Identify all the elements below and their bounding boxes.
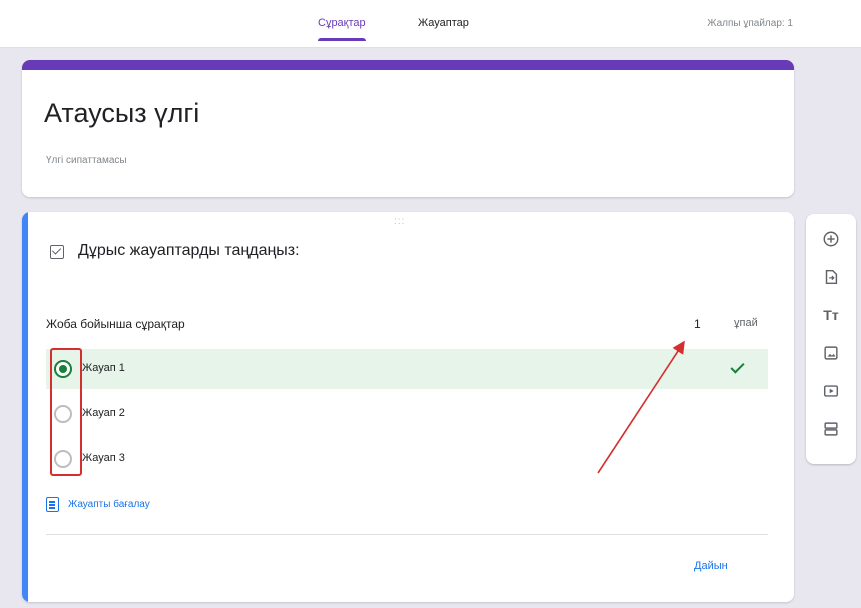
done-button[interactable]: Дайын — [694, 560, 728, 572]
divider — [46, 534, 768, 535]
total-score: Жалпы ұпайлар: 1 — [707, 18, 793, 29]
option-label: Жауап 2 — [82, 407, 125, 419]
top-bar: Сұрақтар Жауаптар Жалпы ұпайлар: 1 — [0, 0, 861, 48]
option-row[interactable]: Жауап 3 — [46, 439, 768, 479]
option-label: Жауап 3 — [82, 452, 125, 464]
add-video-icon[interactable] — [806, 374, 856, 408]
import-questions-icon[interactable] — [806, 260, 856, 294]
form-title-card: Атаусыз үлгі Үлгі сипаттамасы — [22, 60, 794, 197]
drag-handle-icon[interactable]: ::: — [394, 216, 405, 227]
option-row[interactable]: Жауап 2 — [46, 394, 768, 434]
add-section-icon[interactable] — [806, 412, 856, 446]
add-image-icon[interactable] — [806, 336, 856, 370]
clipboard-icon — [46, 497, 59, 512]
tab-questions[interactable]: Сұрақтар — [318, 17, 366, 41]
add-title-icon[interactable]: Tт — [806, 298, 856, 332]
form-title[interactable]: Атаусыз үлгі — [44, 98, 199, 129]
points-unit-label: ұпай — [734, 317, 758, 329]
side-toolbar: Tт — [806, 214, 856, 464]
tab-questions-label: Сұрақтар — [318, 17, 366, 29]
add-question-icon[interactable] — [806, 222, 856, 256]
correct-check-icon — [730, 359, 745, 374]
grade-answer-label: Жауапты бағалау — [68, 499, 150, 510]
active-tab-indicator — [318, 38, 366, 41]
option-label: Жауап 1 — [82, 362, 125, 374]
form-description[interactable]: Үлгі сипаттамасы — [46, 155, 127, 166]
answer-key-heading: Дұрыс жауаптарды таңдаңыз: — [78, 242, 300, 259]
option-row[interactable]: Жауап 1 — [46, 349, 768, 389]
annotation-highlight-box — [50, 348, 82, 476]
question-text: Жоба бойынша сұрақтар — [46, 317, 185, 331]
focus-indicator-bar — [22, 212, 28, 602]
checkbox-icon — [50, 245, 64, 259]
points-input[interactable]: 1 — [694, 317, 701, 331]
question-card[interactable]: ::: Дұрыс жауаптарды таңдаңыз: Жоба бойы… — [22, 212, 794, 602]
tab-responses[interactable]: Жауаптар — [418, 17, 469, 29]
tab-responses-label: Жауаптар — [418, 17, 469, 29]
